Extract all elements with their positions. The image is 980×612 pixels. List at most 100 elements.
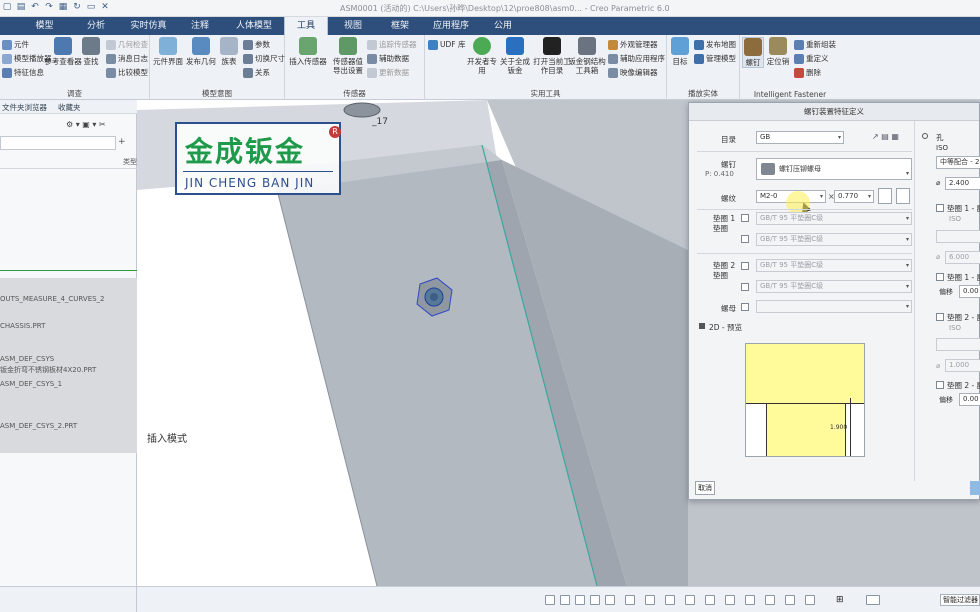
display-style-icon[interactable] — [645, 595, 655, 605]
section-icon[interactable] — [665, 595, 675, 605]
annotation-display-icon[interactable] — [705, 595, 715, 605]
manage-model-button[interactable]: 管理模型 — [694, 53, 736, 64]
tab-model[interactable]: 模型 — [18, 17, 71, 35]
orientation-icon[interactable] — [605, 595, 615, 605]
tab-folder-browser[interactable]: 文件夹浏览器 — [2, 102, 47, 113]
compare-model-button[interactable]: 比较模型 — [106, 67, 148, 78]
aux-app-button[interactable]: 辅助应用程序 — [608, 53, 665, 64]
tree-row[interactable]: ASM_DEF_CSYS_2.PRT — [0, 422, 77, 430]
reassemble-button[interactable]: 重新组装 — [794, 39, 836, 50]
tab-annotate[interactable]: 注释 — [176, 17, 224, 35]
auxiliary-data-button[interactable]: 辅助数据 — [367, 53, 409, 64]
target-button[interactable]: 目标 — [669, 37, 691, 66]
zoom-fit-icon[interactable] — [545, 595, 555, 605]
feature-info-button[interactable]: 特征信息 — [2, 67, 44, 78]
parameters-button[interactable]: 参数 — [243, 39, 270, 50]
datum-display-icon[interactable] — [685, 595, 695, 605]
washer-side2b-checkbox[interactable] — [936, 381, 944, 389]
image-editor-button[interactable]: 映像编辑器 — [608, 67, 658, 78]
washer2b-select[interactable]: GB/T 95 平垫圈C级 ▾ — [756, 280, 912, 293]
thread-length-select[interactable]: 0.770 ▾ — [834, 190, 874, 203]
perspective-icon[interactable] — [765, 595, 775, 605]
publish-geometry-button[interactable]: 发布几何 — [186, 37, 216, 66]
regenerate-icon[interactable]: ↻ — [72, 2, 82, 12]
window-icon[interactable]: ▭ — [86, 2, 96, 12]
washer1-checkbox[interactable] — [741, 214, 749, 222]
washer-side1-input[interactable]: 6.000 — [945, 251, 980, 264]
new-icon[interactable]: ▢ — [2, 2, 12, 12]
tab-analysis[interactable]: 分析 — [71, 17, 121, 35]
washer-side2-input[interactable]: 1.000 — [945, 359, 980, 372]
find-icon[interactable]: ⊞ — [836, 595, 844, 605]
insert-sensor-button[interactable]: 插入传感器 — [288, 37, 328, 66]
view-manager-icon[interactable] — [745, 595, 755, 605]
hole-fit-select[interactable]: 中等配合 - 2 — [936, 156, 980, 169]
ok-button[interactable] — [970, 481, 980, 495]
washer-side1b-checkbox[interactable] — [936, 273, 944, 281]
length-measure-icon[interactable] — [896, 188, 910, 204]
delete-button[interactable]: 删除 — [794, 67, 821, 78]
udf-library-button[interactable]: UDF 库 — [428, 39, 465, 50]
developer-button[interactable]: 开发者专用 — [465, 37, 499, 75]
washer-side1-select[interactable] — [936, 230, 980, 243]
component-interface-button[interactable]: 元件界面 — [153, 37, 183, 66]
about-button[interactable]: 关于全成钣金 — [499, 37, 531, 75]
component-button[interactable]: 元件 — [2, 39, 29, 50]
zoom-out-icon[interactable] — [575, 595, 585, 605]
washer-side1-checkbox[interactable] — [936, 204, 944, 212]
family-table-button[interactable]: 族表 — [218, 37, 240, 66]
catalog-tool-icons[interactable]: ↗ ▤ ▦ — [872, 132, 899, 141]
washer-side2-checkbox[interactable] — [936, 313, 944, 321]
open-workdir-button[interactable]: 打开当前工作目录 — [533, 37, 571, 75]
update-data-button[interactable]: 更新数据 — [367, 67, 409, 78]
selection-icon[interactable] — [866, 595, 880, 605]
track-sensor-button[interactable]: 追踪传感器 — [367, 39, 417, 50]
saved-views-icon[interactable] — [625, 595, 635, 605]
zoom-in-icon[interactable] — [560, 595, 570, 605]
sensor-export-button[interactable]: 传感器值导出设置 — [330, 37, 366, 75]
message-log-button[interactable]: 消息日志 — [106, 53, 148, 64]
tab-framework[interactable]: 框架 — [378, 17, 422, 35]
smart-filter-select[interactable]: 智能过滤器 — [940, 594, 980, 606]
appearance-manager-button[interactable]: 外观管理器 — [608, 39, 658, 50]
tab-view[interactable]: 视图 — [328, 17, 378, 35]
washer1-select[interactable]: GB/T 95 平垫圈C级 ▾ — [756, 212, 912, 225]
washer1b-checkbox[interactable] — [741, 235, 749, 243]
publish-map-button[interactable]: 发布地图 — [694, 39, 736, 50]
tree-search-input[interactable] — [0, 136, 116, 150]
offset-input[interactable]: 0.00 — [959, 285, 980, 298]
repaint-icon[interactable] — [590, 595, 600, 605]
relations-button[interactable]: 关系 — [243, 67, 270, 78]
tree-row[interactable]: ASM_DEF_CSYS_1 — [0, 380, 62, 388]
washer-side2-select[interactable] — [936, 338, 980, 351]
washer2-checkbox[interactable] — [741, 262, 749, 270]
tab-tools[interactable]: 工具 — [284, 17, 328, 35]
cancel-button[interactable]: 取消 — [695, 481, 715, 495]
tree-row[interactable]: ASM_DEF_CSYS — [0, 355, 54, 363]
tree-row[interactable]: CHASSIS.PRT — [0, 322, 45, 330]
graphics-viewport[interactable]: 金成钣金 R JIN CHENG BAN JIN _17 插入模式 — [137, 100, 688, 586]
tree-row[interactable]: 钣金折弯不锈钢板材4X20.PRT — [0, 365, 96, 375]
tree-row[interactable]: OUTS_MEASURE_4_CURVES_2 — [0, 295, 105, 303]
screw-button[interactable]: 螺钉 — [742, 37, 764, 68]
washer2b-checkbox[interactable] — [741, 283, 749, 291]
find-button[interactable]: 查找 — [80, 37, 102, 66]
tab-applications[interactable]: 应用程序 — [422, 17, 480, 35]
catalog-select[interactable]: GB ▾ — [756, 131, 844, 144]
tree-settings-icon[interactable]: ⚙ ▾ ▣ ▾ ✂ — [66, 120, 106, 129]
tab-manikin[interactable]: 人体模型 — [224, 17, 284, 35]
offset2-input[interactable]: 0.00 — [959, 393, 980, 406]
sheet-metal-toolbox-button[interactable]: 钣金钢结构工具箱 — [568, 37, 606, 75]
washer2-select[interactable]: GB/T 95 平垫圈C级 ▾ — [756, 259, 912, 272]
length-pick-icon[interactable] — [878, 188, 892, 204]
screw-type-select[interactable]: 螺钉压铆螺母 ▾ — [756, 158, 912, 180]
reference-viewer-button[interactable]: 参考查看器 — [44, 37, 82, 66]
nut-checkbox[interactable] — [741, 303, 749, 311]
geometry-check-button[interactable]: 几何检查 — [106, 39, 148, 50]
collapse-icon[interactable] — [699, 323, 705, 329]
close-window-icon[interactable]: ✕ — [100, 2, 110, 12]
tab-live-simulation[interactable]: 实时仿真 — [121, 17, 176, 35]
add-column-icon[interactable]: + — [118, 137, 126, 147]
redo-icon[interactable]: ↷ — [44, 2, 54, 12]
switch-dimensions-button[interactable]: 切换尺寸 — [243, 53, 285, 64]
